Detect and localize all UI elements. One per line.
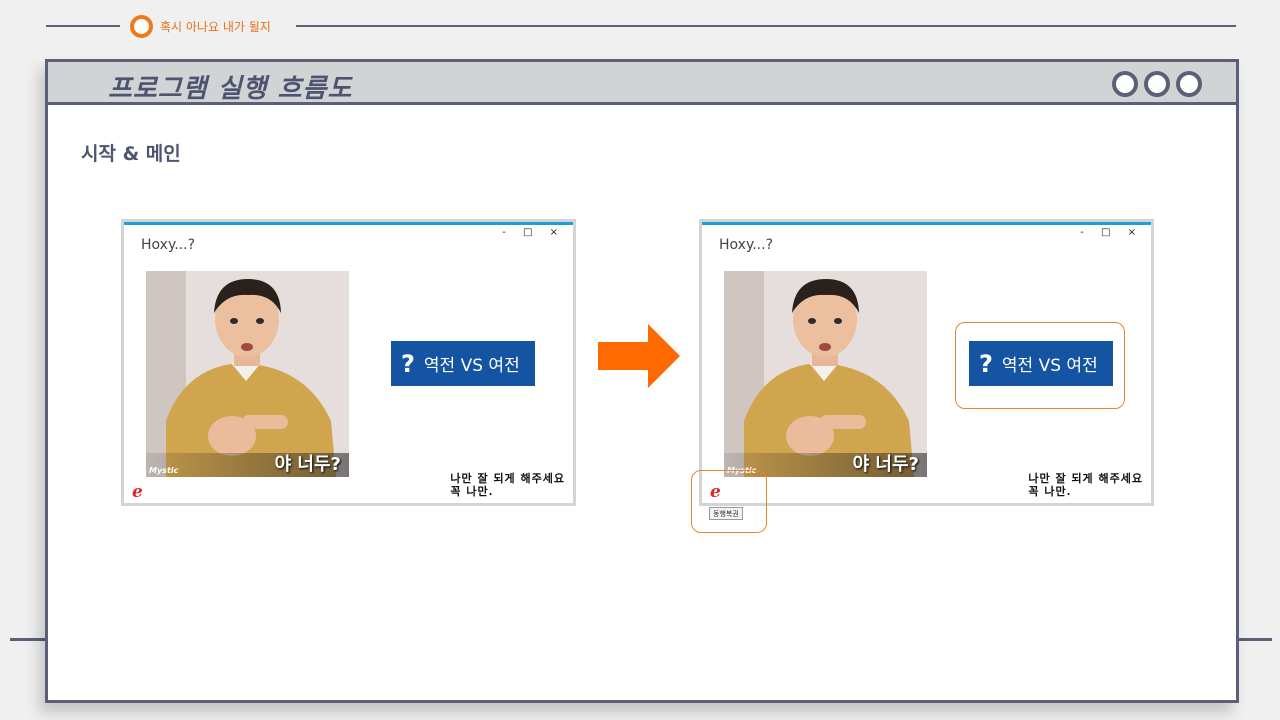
photo-caption: 야 너두? <box>274 454 341 475</box>
app-title: Hoxy...? <box>719 237 774 253</box>
page-title: 프로그램 실행 흐름도 <box>108 74 353 104</box>
side-rule-right <box>1236 638 1272 641</box>
photo-watermark: Mystic <box>149 466 179 475</box>
button-highlight <box>955 322 1125 409</box>
plea-text: 나만 잘 되게 해주세요 꼭 나만. <box>450 472 565 498</box>
window-controls[interactable]: - □ × <box>502 227 565 238</box>
header-caption: 혹시 아나요 내가 될지 <box>160 20 271 34</box>
portrait-image: Mystic 야 너두? <box>146 271 349 477</box>
app-title-accent <box>702 222 1151 225</box>
icon-highlight <box>691 470 767 533</box>
app-title-accent <box>124 222 573 225</box>
header-rule-left <box>46 25 120 27</box>
window-controls[interactable]: - □ × <box>1080 227 1143 238</box>
photo-caption: 야 너두? <box>852 454 919 475</box>
quiz-start-button[interactable]: ? 역전 VS 여전 <box>391 341 535 386</box>
app-screenshot-start: Hoxy...? - □ × Mystic 야 너두? ? 역전 VS 여전 e… <box>121 219 576 506</box>
app-title: Hoxy...? <box>141 237 196 253</box>
plea-text: 나만 잘 되게 해주세요 꼭 나만. <box>1028 472 1143 498</box>
portrait-illustration <box>724 271 927 477</box>
window-button-1-icon[interactable] <box>1112 71 1138 97</box>
question-mark-icon: ? <box>401 349 415 378</box>
plea-line-1: 나만 잘 되게 해주세요 <box>1028 472 1143 485</box>
flow-arrow-icon <box>598 324 680 388</box>
plea-line-2: 꼭 나만. <box>1028 485 1072 498</box>
plea-line-1: 나만 잘 되게 해주세요 <box>450 472 565 485</box>
internet-explorer-icon[interactable]: e <box>132 482 143 502</box>
plea-line-2: 꼭 나만. <box>450 485 494 498</box>
portrait-illustration <box>146 271 349 477</box>
window-button-2-icon[interactable] <box>1144 71 1170 97</box>
header-rule-right <box>296 25 1236 27</box>
circle-icon <box>130 15 153 38</box>
side-rule-left <box>10 638 48 641</box>
quiz-button-label: 역전 VS 여전 <box>423 356 520 376</box>
section-title: 시작 & 메인 <box>81 143 181 165</box>
window-title-bar: 프로그램 실행 흐름도 <box>48 62 1236 105</box>
portrait-image: Mystic 야 너두? <box>724 271 927 477</box>
window-button-3-icon[interactable] <box>1176 71 1202 97</box>
